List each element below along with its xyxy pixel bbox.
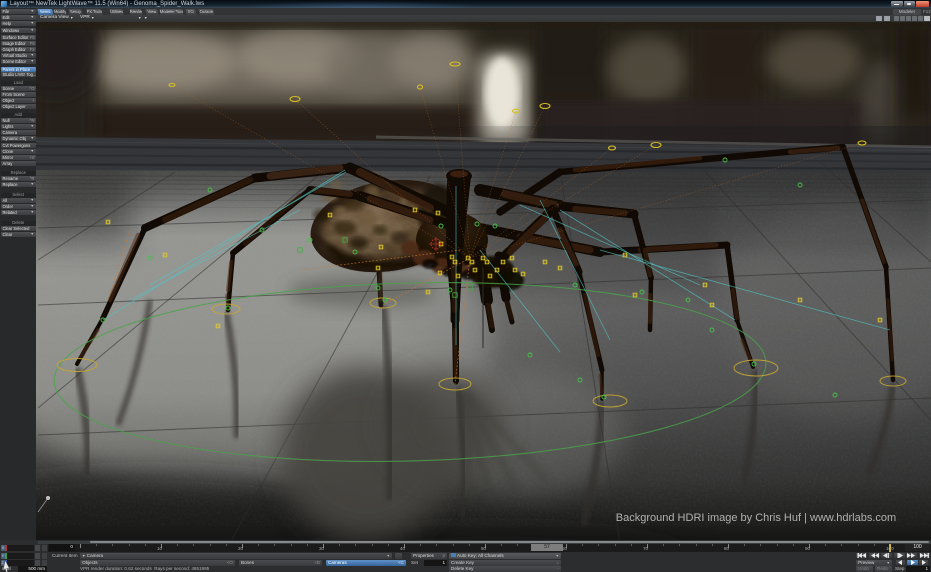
svg-text:Background HDRI image by Chris: Background HDRI image by Chris Huf | www…	[616, 512, 896, 524]
